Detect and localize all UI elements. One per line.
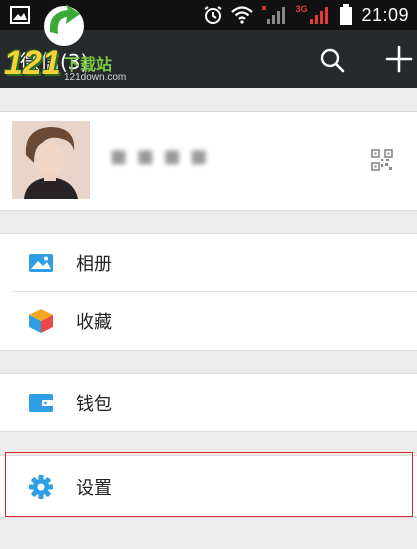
- image-icon: [10, 6, 30, 24]
- signal-icon: [310, 7, 329, 24]
- menu-item-wallet[interactable]: 钱包: [0, 374, 417, 431]
- qr-code-icon[interactable]: [371, 149, 393, 171]
- album-icon: [29, 254, 53, 272]
- watermark-domain: 121down.com: [64, 72, 127, 83]
- menu-group-1: 相册 收藏: [0, 233, 417, 351]
- battery-icon: [340, 4, 353, 25]
- signal-icon: [261, 5, 286, 24]
- menu-item-label: 钱包: [76, 394, 112, 415]
- wallet-icon: [29, 394, 53, 412]
- watermark-brand: 121: [4, 44, 61, 82]
- avatar[interactable]: [12, 121, 90, 199]
- status-time: 21:09: [361, 4, 409, 25]
- search-icon[interactable]: [318, 46, 346, 74]
- menu-item-album[interactable]: 相册: [0, 234, 417, 292]
- profile-nickname: ■ ■ ■ ■: [110, 146, 210, 167]
- wifi-icon: [231, 6, 254, 24]
- menu-item-favorites[interactable]: 收藏: [0, 292, 417, 349]
- network-type-label: 3G: [295, 4, 308, 14]
- settings-highlight-box: [5, 452, 413, 517]
- alarm-icon: [204, 6, 222, 24]
- menu-item-label: 相册: [76, 254, 112, 275]
- profile-card[interactable]: ■ ■ ■ ■: [0, 111, 417, 211]
- add-icon[interactable]: [384, 44, 414, 74]
- favorites-cube-icon: [29, 309, 53, 333]
- menu-group-2: 钱包: [0, 373, 417, 432]
- menu-item-label: 收藏: [76, 312, 112, 333]
